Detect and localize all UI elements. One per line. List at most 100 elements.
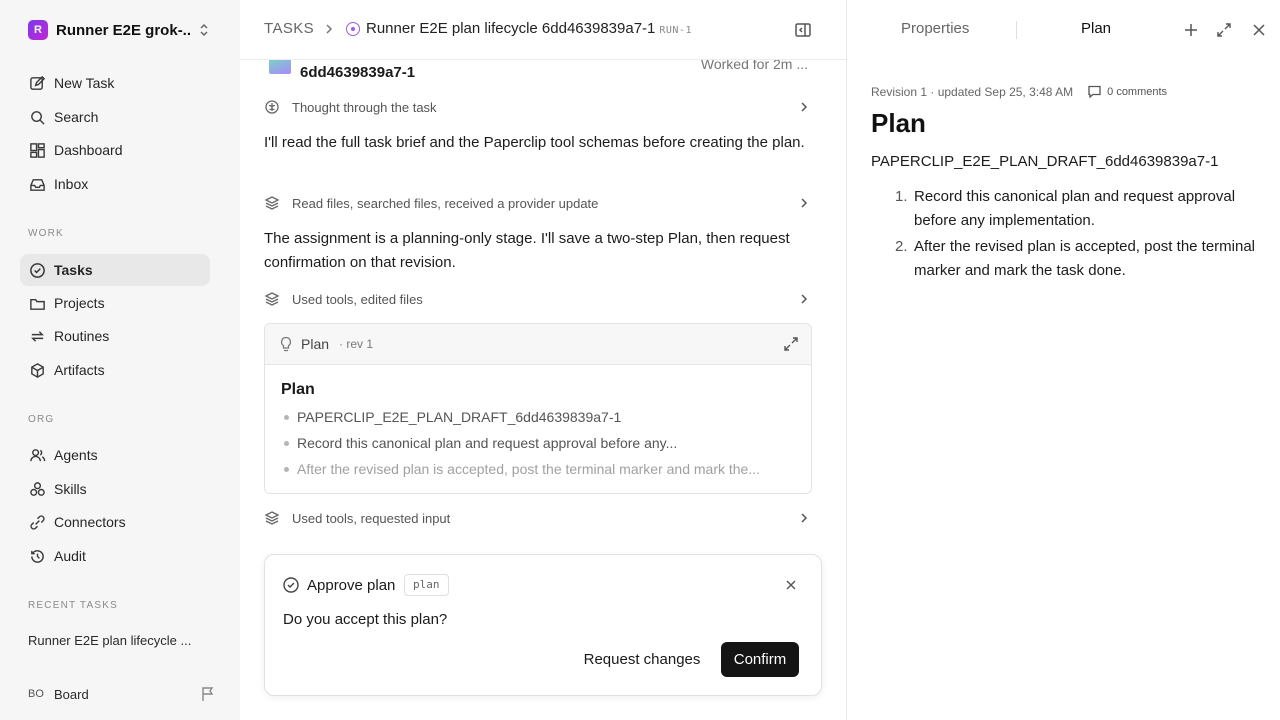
layers-icon bbox=[264, 292, 280, 306]
sidebar-item-label: Connectors bbox=[54, 514, 126, 530]
sidebar-item-inbox[interactable]: Inbox bbox=[20, 168, 210, 200]
sidebar-item-label: Tasks bbox=[54, 262, 93, 278]
chevron-right-icon bbox=[801, 294, 808, 304]
step-number: 2. bbox=[895, 238, 908, 255]
recent-task-item[interactable]: Runner E2E plan lifecycle ... bbox=[28, 633, 208, 648]
activity-row-edited-files[interactable]: Used tools, edited files bbox=[264, 288, 812, 310]
plan-card-label: Plan bbox=[301, 336, 330, 352]
check-circle-icon bbox=[283, 577, 299, 593]
agents-icon bbox=[28, 446, 46, 464]
step-text: After the revised plan is accepted, post… bbox=[914, 238, 1256, 279]
close-icon[interactable] bbox=[785, 579, 797, 591]
plan-card-title: Plan bbox=[281, 381, 315, 398]
sidebar-item-projects[interactable]: Projects bbox=[20, 287, 210, 319]
right-panel: Properties Plan Revision 1 · updated Sep… bbox=[846, 0, 1280, 720]
flag-icon[interactable] bbox=[200, 686, 216, 702]
tasks-icon bbox=[28, 261, 46, 279]
revision-meta: Revision 1 · updated Sep 25, 3:48 AM 0 c… bbox=[871, 84, 1167, 99]
plan-card-items: PAPERCLIP_E2E_PLAN_DRAFT_6dd4639839a7-1 … bbox=[281, 407, 797, 485]
layers-icon bbox=[264, 511, 280, 525]
section-label-recent: RECENT TASKS bbox=[28, 600, 118, 611]
connectors-icon bbox=[28, 513, 46, 531]
tab-properties[interactable]: Properties bbox=[901, 20, 969, 37]
step-text: Record this canonical plan and request a… bbox=[914, 188, 1236, 229]
sidebar-item-agents[interactable]: Agents bbox=[20, 439, 210, 471]
run-tag: RUN-1 bbox=[659, 25, 692, 36]
close-icon[interactable] bbox=[1251, 22, 1267, 38]
dashboard-icon bbox=[28, 141, 46, 159]
sidebar: R Runner E2E grok-... New Task Search Da… bbox=[0, 0, 240, 720]
comments-count: 0 comments bbox=[1107, 85, 1168, 98]
approval-tag: plan bbox=[404, 574, 449, 596]
plan-step: 1. Record this canonical plan and reques… bbox=[871, 185, 1261, 233]
task-title: Runner E2E plan lifecycle 6dd4639839a7-1 bbox=[366, 20, 656, 37]
breadcrumb-tasks[interactable]: TASKS bbox=[264, 20, 314, 37]
sidebar-item-label: Agents bbox=[54, 447, 98, 463]
activity-label: Read files, searched files, received a p… bbox=[292, 195, 599, 211]
routines-icon bbox=[28, 327, 46, 345]
list-item: After the revised plan is accepted, post… bbox=[281, 459, 797, 485]
activity-row-read-files[interactable]: Read files, searched files, received a p… bbox=[264, 192, 812, 214]
tab-plan[interactable]: Plan bbox=[1081, 20, 1111, 37]
plan-card[interactable]: Plan · rev 1 Plan PAPERCLIP_E2E_PLAN_DRA… bbox=[264, 323, 812, 494]
board-user[interactable]: BO Board bbox=[28, 682, 218, 706]
status-icon bbox=[346, 22, 360, 36]
add-icon[interactable] bbox=[1183, 22, 1199, 38]
workspace-logo: R bbox=[28, 20, 48, 40]
brain-icon bbox=[265, 100, 279, 114]
sidebar-item-dashboard[interactable]: Dashboard bbox=[20, 134, 210, 166]
plan-step: 2. After the revised plan is accepted, p… bbox=[871, 235, 1261, 283]
skills-icon bbox=[28, 480, 46, 498]
expand-icon[interactable] bbox=[783, 336, 799, 352]
sidebar-item-label: Artifacts bbox=[54, 362, 105, 378]
sidebar-item-label: Dashboard bbox=[54, 142, 123, 158]
assistant-message-1: I'll read the full task brief and the Pa… bbox=[264, 134, 805, 151]
step-number: 1. bbox=[895, 188, 908, 205]
sidebar-item-label: Routines bbox=[54, 328, 110, 344]
tab-divider bbox=[1016, 21, 1017, 39]
plan-steps: 1. Record this canonical plan and reques… bbox=[871, 185, 1261, 285]
expand-icon[interactable] bbox=[1216, 22, 1232, 38]
approval-title: Approve plan bbox=[307, 577, 396, 594]
sidebar-item-skills[interactable]: Skills bbox=[20, 473, 210, 505]
sidebar-item-connectors[interactable]: Connectors bbox=[20, 506, 210, 538]
top-bar: TASKS Runner E2E plan lifecycle 6dd46398… bbox=[240, 0, 846, 60]
sidebar-item-search[interactable]: Search bbox=[20, 101, 210, 133]
sidebar-item-tasks[interactable]: Tasks bbox=[20, 254, 210, 286]
sidebar-item-label: Inbox bbox=[54, 176, 89, 192]
request-changes-button[interactable]: Request changes bbox=[577, 642, 707, 677]
chevron-up-down-icon bbox=[200, 23, 208, 37]
folder-icon bbox=[28, 294, 46, 312]
activity-row-thought[interactable]: Thought through the task bbox=[264, 96, 812, 118]
chevron-right-icon bbox=[801, 198, 808, 208]
workspace-switcher[interactable]: R Runner E2E grok-... bbox=[28, 18, 214, 42]
sidebar-item-new-task[interactable]: New Task bbox=[20, 67, 210, 99]
board-name: Board bbox=[54, 686, 89, 702]
inbox-icon bbox=[28, 175, 46, 193]
message-title: 6dd4639839a7-1 bbox=[300, 64, 416, 81]
plan-card-header: Plan · rev 1 bbox=[265, 324, 811, 365]
plan-title: Plan bbox=[871, 108, 926, 138]
page-title: Runner E2E plan lifecycle 6dd4639839a7-1… bbox=[366, 20, 692, 37]
task-thread: 6dd4639839a7-1 Worked for 2m ... TASKS R… bbox=[240, 0, 846, 720]
plan-draft-line: PAPERCLIP_E2E_PLAN_DRAFT_6dd4639839a7-1 bbox=[871, 153, 1219, 170]
sidebar-item-label: New Task bbox=[54, 75, 115, 91]
approval-question: Do you accept this plan? bbox=[283, 611, 448, 628]
comments-link[interactable]: 0 comments bbox=[1087, 84, 1167, 99]
panel-toggle-icon[interactable] bbox=[794, 21, 812, 39]
search-icon bbox=[28, 108, 46, 126]
section-label-org: ORG bbox=[28, 414, 55, 425]
cube-icon bbox=[28, 361, 46, 379]
sidebar-item-artifacts[interactable]: Artifacts bbox=[20, 354, 210, 386]
history-icon bbox=[28, 547, 46, 565]
chevron-right-icon bbox=[326, 24, 333, 34]
sidebar-item-label: Skills bbox=[54, 481, 87, 497]
sidebar-item-routines[interactable]: Routines bbox=[20, 320, 210, 352]
list-item: Record this canonical plan and request a… bbox=[281, 433, 797, 459]
sidebar-item-audit[interactable]: Audit bbox=[20, 540, 210, 572]
confirm-button[interactable]: Confirm bbox=[721, 642, 799, 677]
assistant-message-2: The assignment is a planning-only stage.… bbox=[264, 230, 790, 271]
chevron-right-icon bbox=[801, 102, 808, 112]
sidebar-item-label: Search bbox=[54, 109, 99, 125]
activity-row-requested-input[interactable]: Used tools, requested input bbox=[264, 507, 812, 529]
